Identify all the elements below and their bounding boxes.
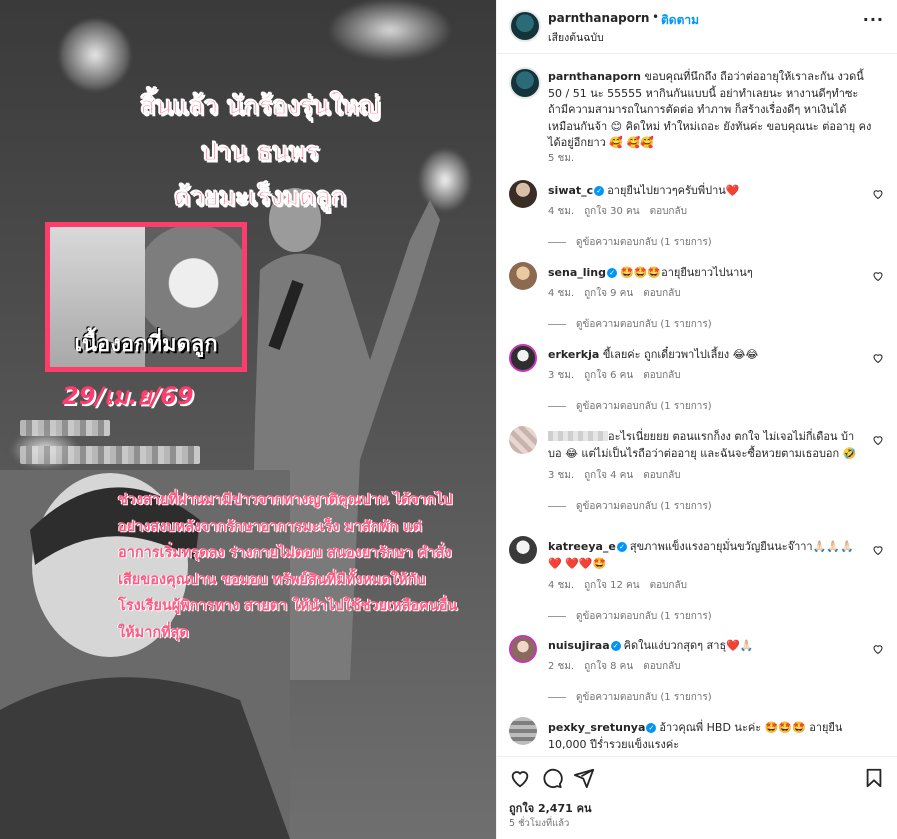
reply-button[interactable]: ตอบกลับ (650, 206, 687, 217)
comment-meta: 2 ชม. ถูกใจ 8 คน ตอบกลับ (548, 659, 691, 674)
save-bookmark-icon[interactable] (863, 767, 885, 789)
avatar[interactable] (509, 536, 537, 564)
audio-label[interactable]: เสียงต้นฉบับ (548, 29, 604, 46)
view-replies-button[interactable]: ดูข้อความตอบกลับ (1 รายการ) (548, 690, 712, 705)
inset-caption: เนื้องอกที่มดลูก (74, 332, 218, 357)
verified-icon: ✓ (616, 542, 627, 552)
comment-body: อายุยืนไปยาวๆครับพี่ปาน❤️ (607, 184, 740, 197)
comment-username[interactable]: katreeya_e (548, 540, 616, 553)
comment-text: sena_ling ✓ 🤩🤩🤩อายุยืนยาวไปนานๆ (548, 264, 863, 281)
headline-line: ปาน ธนพร (201, 137, 319, 166)
post-panel: parnthanaporn • ติดตาม เสียงต้นฉบับ ··· … (496, 0, 897, 839)
caption-username[interactable]: parnthanaporn (548, 70, 641, 83)
comment-username[interactable]: sena_ling (548, 266, 606, 279)
comment-likes[interactable]: ถูกใจ 4 คน (584, 470, 633, 481)
post-time: 5 ชั่วโมงที่แล้ว (509, 818, 570, 829)
share-icon[interactable] (573, 767, 595, 789)
comment-likes[interactable]: ถูกใจ 30 คน (584, 206, 639, 217)
verified-icon: ✓ (607, 268, 618, 278)
like-heart-icon[interactable] (872, 544, 884, 556)
post-media[interactable]: สิ้นแล้ว นักร้องรุ่นใหญ่ ปาน ธนพร ด้วยมะ… (0, 0, 496, 839)
like-heart-icon[interactable] (872, 643, 884, 655)
reply-button[interactable]: ตอบกลับ (643, 370, 680, 381)
verified-icon: ✓ (610, 641, 621, 651)
stage-light (60, 20, 130, 90)
comment-meta: 4 ชม. ถูกใจ 12 คน ตอบกลับ (548, 578, 697, 593)
comment-username[interactable]: siwat_c (548, 184, 593, 197)
verified-icon: ✓ (646, 723, 657, 733)
comment-body: คิดในแง่บวกสุดๆ สาธุ❤️🙏🏻 (623, 639, 754, 652)
comment-text: katreeya_e ✓ สุขภาพแข็งแรงอายุมั่นขวัญยืนน… (548, 538, 863, 572)
comment-meta: 3 ชม. ถูกใจ 6 คน ตอบกลับ (548, 368, 691, 383)
inset-photo: เนื้องอกที่มดลูก (45, 222, 247, 372)
comment-likes[interactable]: ถูกใจ 9 คน (584, 288, 633, 299)
view-replies-button[interactable]: ดูข้อความตอบกลับ (1 รายการ) (548, 317, 712, 332)
reply-button[interactable]: ตอบกลับ (643, 661, 680, 672)
reply-button[interactable]: ตอบกลับ (643, 288, 680, 299)
comment-meta: 4 ชม. ถูกใจ 30 คน ตอบกลับ (548, 204, 697, 219)
comment-time: 3 ชม. (548, 370, 575, 381)
view-replies-button[interactable]: ดูข้อความตอบกลับ (1 รายการ) (548, 399, 712, 414)
avatar[interactable] (509, 180, 537, 208)
avatar[interactable] (509, 717, 537, 745)
comment-meta: 3 ชม. ถูกใจ 4 คน ตอบกลับ (548, 468, 691, 483)
comment-text: erkerkja ขี้เลยค่ะ ถูกเดี๋ยวพาไปเลี้ยง 😂… (548, 346, 863, 363)
like-heart-icon[interactable] (872, 352, 884, 364)
comment-text: siwat_c ✓ อายุยืนไปยาวๆครับพี่ปาน❤️ (548, 182, 863, 199)
like-count[interactable]: ถูกใจ 2,471 คน (509, 799, 591, 817)
comment-meta: 4 ชม. ถูกใจ 9 คน ตอบกลับ (548, 286, 691, 301)
avatar[interactable] (509, 426, 537, 454)
date-caption: 29/เม.ย/69 (62, 382, 194, 410)
view-replies-button[interactable]: ดูข้อความตอบกลับ (1 รายการ) (548, 499, 712, 514)
avatar[interactable] (509, 262, 537, 290)
comment-time: 4 ชม. (548, 580, 575, 591)
comment-body: ขี้เลยค่ะ ถูกเดี๋ยวพาไปเลี้ยง 😂😂 (602, 348, 759, 361)
follow-button[interactable]: ติดตาม (661, 11, 699, 30)
like-heart-icon[interactable] (872, 270, 884, 282)
comment-icon[interactable] (541, 767, 563, 789)
headline-line: ด้วยมะเร็งมดลูก (173, 182, 347, 211)
comment-body: 🤩🤩🤩อายุยืนยาวไปนานๆ (620, 266, 753, 279)
caption-text: parnthanaporn ขอบคุณที่นึกถึง ถือว่าต่ออ… (548, 69, 873, 152)
avatar[interactable] (509, 344, 537, 372)
like-heart-icon[interactable] (872, 188, 884, 200)
headline-line: สิ้นแล้ว นักร้องรุ่นใหญ่ (140, 91, 380, 120)
like-heart-icon[interactable] (872, 434, 884, 446)
comment-username[interactable]: nuisujiraa (548, 639, 610, 652)
post-header: parnthanaporn • ติดตาม เสียงต้นฉบับ ··· (497, 0, 897, 54)
comment-text: อะไรเนี่ยยยย ตอนแรกก็งง ตกใจ ไม่เจอไม่กี… (548, 428, 863, 462)
reply-button[interactable]: ตอบกลับ (643, 470, 680, 481)
comments-scroll[interactable]: parnthanaporn ขอบคุณที่นึกถึง ถือว่าต่ออ… (497, 55, 897, 755)
comment-username[interactable]: pexky_sretunya (548, 721, 645, 734)
avatar[interactable] (509, 67, 541, 99)
comment-likes[interactable]: ถูกใจ 12 คน (584, 580, 639, 591)
caption-time: 5 ชม. (548, 153, 575, 164)
reply-button[interactable]: ตอบกลับ (650, 580, 687, 591)
blurred-username (548, 431, 608, 441)
comment-text: pexky_sretunya ✓ อ้าวคุณพี่ HBD นะค่ะ 🤩🤩🤩 … (548, 719, 863, 753)
comment-text: nuisujiraa ✓ คิดในแง่บวกสุดๆ สาธุ❤️🙏🏻 (548, 637, 863, 654)
blurred-text (20, 420, 110, 436)
avatar[interactable] (509, 635, 537, 663)
stage-light (330, 0, 450, 60)
view-replies-button[interactable]: ดูข้อความตอบกลับ (1 รายการ) (548, 609, 712, 624)
comment-username[interactable]: erkerkja (548, 348, 599, 361)
comment-time: 4 ชม. (548, 206, 575, 217)
more-options-icon[interactable]: ··· (863, 10, 884, 29)
comment-time: 4 ชม. (548, 288, 575, 299)
post-actions: ถูกใจ 2,471 คน 5 ชั่วโมงที่แล้ว (497, 756, 897, 839)
comment-likes[interactable]: ถูกใจ 8 คน (584, 661, 633, 672)
verified-icon: ✓ (594, 186, 605, 196)
post-author-username[interactable]: parnthanaporn (548, 11, 649, 25)
blurred-text (20, 446, 200, 464)
comment-time: 3 ชม. (548, 470, 575, 481)
comment-likes[interactable]: ถูกใจ 6 คน (584, 370, 633, 381)
separator-dot: • (652, 10, 660, 24)
avatar[interactable] (509, 10, 541, 42)
overlay-body-text: ช่วงสายที่ผ่านมามีข่าวจากทางญาติคุณปาน ไ… (118, 492, 458, 641)
view-replies-button[interactable]: ดูข้อความตอบกลับ (1 รายการ) (548, 235, 712, 250)
like-heart-icon[interactable] (509, 767, 531, 789)
comment-time: 2 ชม. (548, 661, 575, 672)
